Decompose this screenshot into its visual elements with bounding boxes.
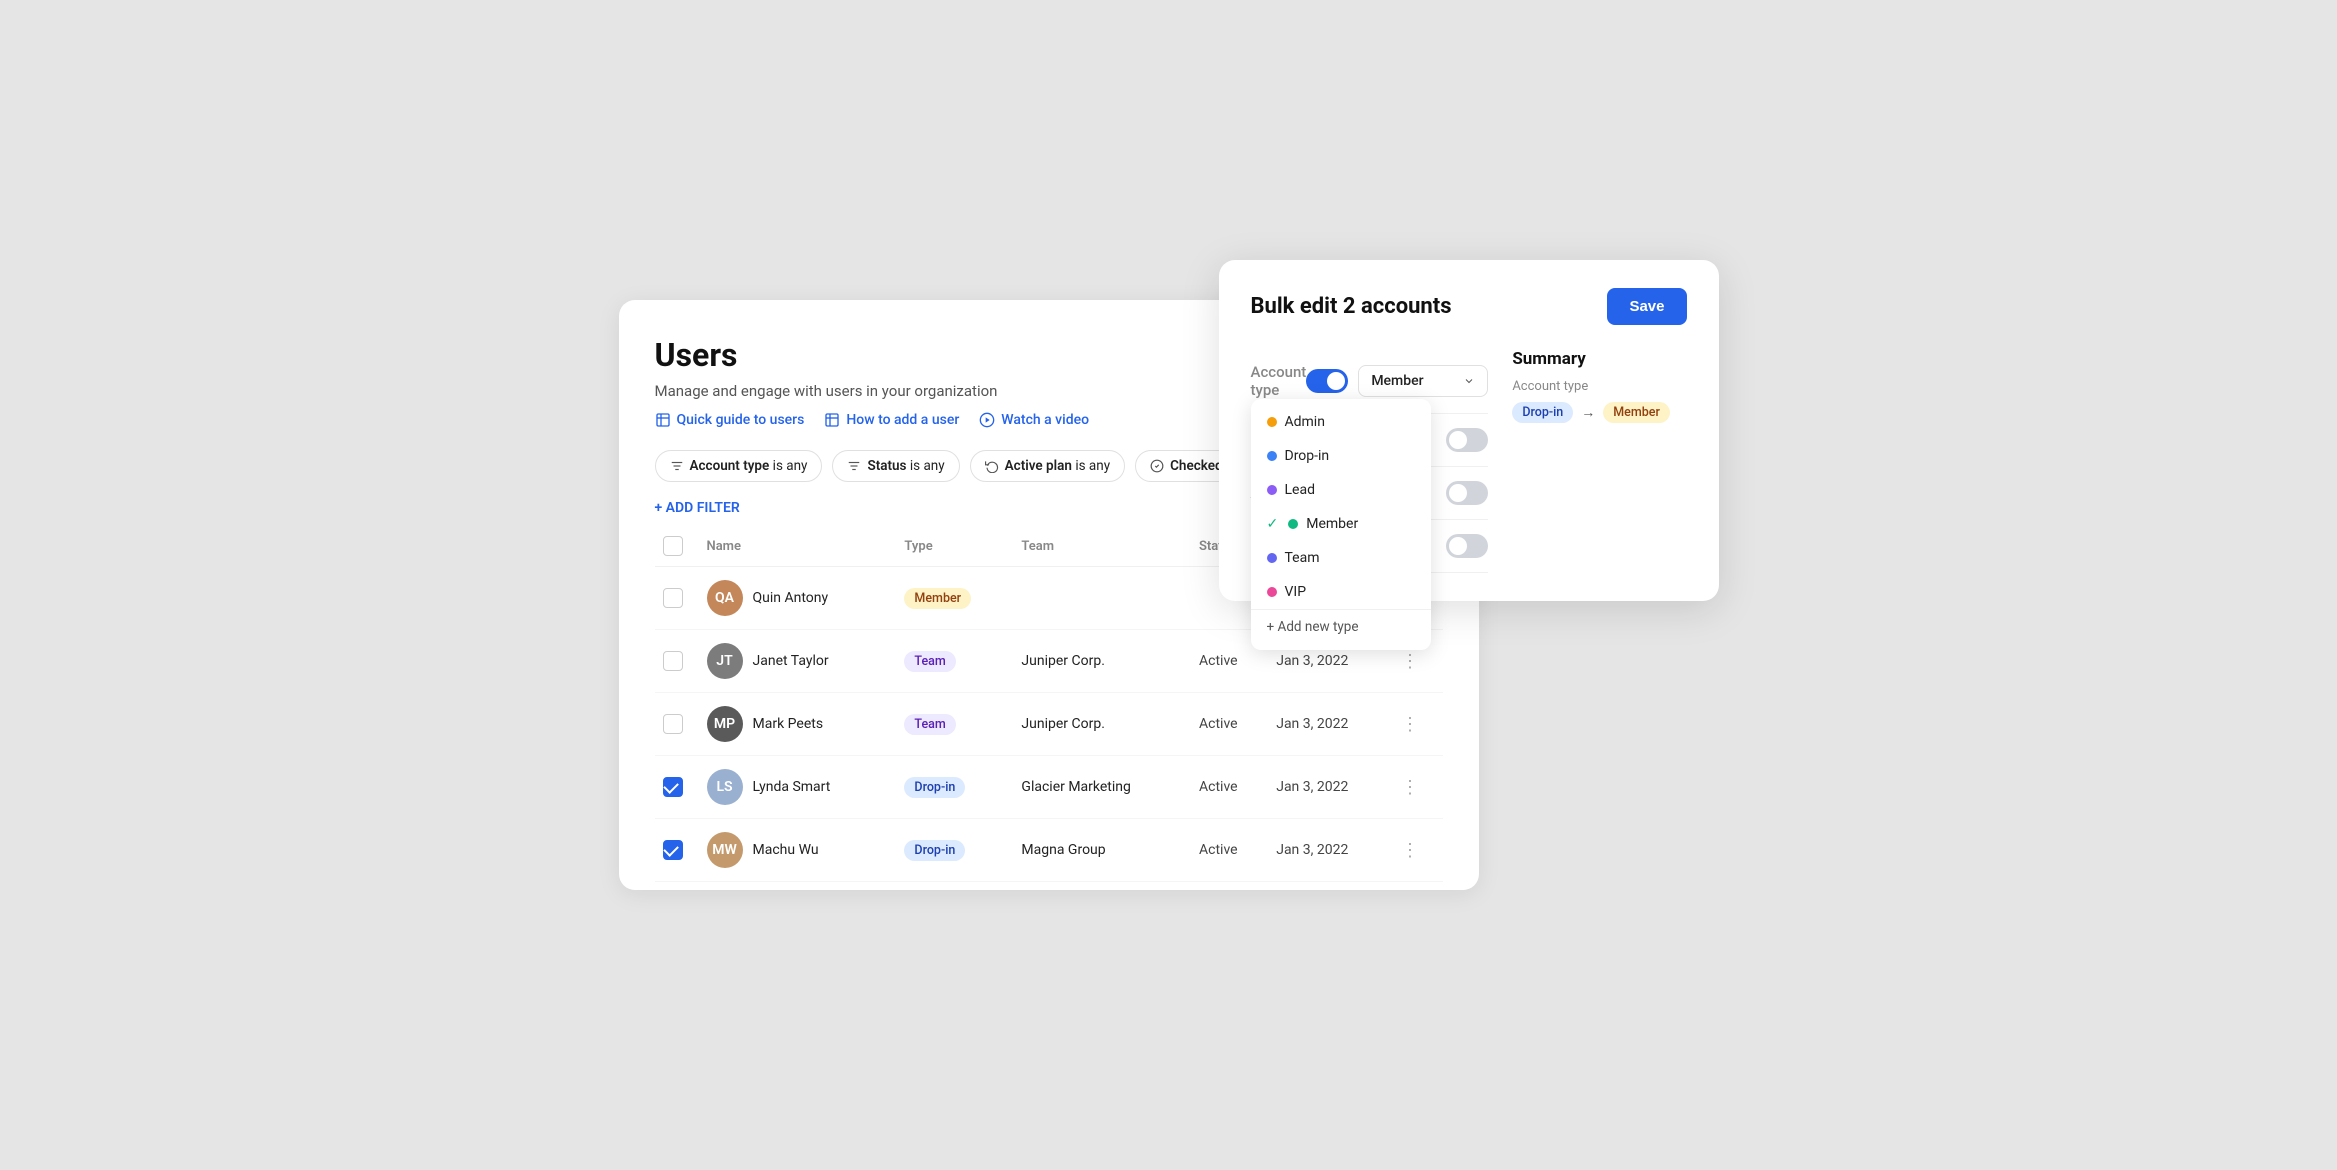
filter-active-plan[interactable]: Active plan is any <box>970 450 1125 482</box>
row-actions-menu[interactable]: ⋮ <box>1401 840 1435 861</box>
select-all-checkbox[interactable] <box>663 536 683 556</box>
bulk-edit-fields: Account type Member Admin <box>1251 349 1489 573</box>
summary-title: Summary <box>1512 349 1686 369</box>
row-checkbox[interactable] <box>663 588 683 608</box>
autopay-toggle[interactable] <box>1446 481 1488 505</box>
col-team: Team <box>1013 526 1191 567</box>
filter-icon-2 <box>847 459 861 473</box>
date-cell: Jan 3, 2022 <box>1268 756 1393 819</box>
user-name: Quin Antony <box>753 590 829 606</box>
user-cell: QA Quin Antony <box>707 580 889 616</box>
table-row: MP Mark Peets Team Juniper Corp.ActiveJan 3… <box>655 693 1443 756</box>
type-badge: Drop-in <box>904 840 965 861</box>
avatar: JT <box>707 643 743 679</box>
user-name: Lynda Smart <box>753 779 831 795</box>
book-icon <box>655 412 671 428</box>
row-actions-menu[interactable]: ⋮ <box>1401 777 1435 798</box>
add-new-type-button[interactable]: + Add new type <box>1251 609 1431 644</box>
status-cell: Active <box>1191 693 1268 756</box>
check-icon: ✓ <box>1267 516 1279 532</box>
play-icon <box>979 412 995 428</box>
dot-vip <box>1267 587 1277 597</box>
dropdown-item-team[interactable]: Team <box>1251 541 1431 575</box>
row-actions-menu[interactable]: ⋮ <box>1401 651 1435 672</box>
how-to-add-link[interactable]: How to add a user <box>824 412 959 428</box>
avatar: LS <box>707 769 743 805</box>
team-name: Magna Group <box>1013 819 1191 882</box>
team-name: Juniper Corp. <box>1013 693 1191 756</box>
user-name: Mark Peets <box>753 716 824 732</box>
dropdown-item-admin[interactable]: Admin <box>1251 405 1431 439</box>
watch-video-link[interactable]: Watch a video <box>979 412 1089 428</box>
account-type-dropdown: Admin Drop-in Lead ✓ <box>1251 399 1431 650</box>
type-badge: Drop-in <box>904 777 965 798</box>
type-badge: Team <box>904 714 955 735</box>
bulk-edit-title: Bulk edit 2 accounts <box>1251 294 1452 319</box>
user-cell: LS Lynda Smart <box>707 769 889 805</box>
user-cell: JT Janet Taylor <box>707 643 889 679</box>
avatar: MP <box>707 706 743 742</box>
team-name <box>1013 567 1191 630</box>
status-toggle[interactable] <box>1446 428 1488 452</box>
bulk-edit-body: Account type Member Admin <box>1251 349 1687 573</box>
user-name: Machu Wu <box>753 842 819 858</box>
dropdown-item-vip[interactable]: VIP <box>1251 575 1431 609</box>
team-name: Glacier Marketing <box>1013 756 1191 819</box>
col-type: Type <box>896 526 1013 567</box>
save-button[interactable]: Save <box>1607 288 1686 325</box>
type-badge: Team <box>904 651 955 672</box>
user-name: Janet Taylor <box>753 653 829 669</box>
summary-to-badge: Member <box>1603 402 1670 423</box>
bulk-edit-header: Bulk edit 2 accounts Save <box>1251 288 1687 325</box>
type-badge: Member <box>904 588 971 609</box>
table-row: LS Lynda Smart Drop-in Glacier MarketingAct… <box>655 756 1443 819</box>
arrow-right-icon: → <box>1581 404 1595 421</box>
avatar: MW <box>707 832 743 868</box>
dropdown-item-member[interactable]: ✓ Member <box>1251 507 1431 541</box>
primary-location-toggle[interactable] <box>1446 534 1488 558</box>
dot-lead <box>1267 485 1277 495</box>
user-cell: MP Mark Peets <box>707 706 889 742</box>
col-name: Name <box>699 526 897 567</box>
bulk-edit-summary: Summary Account type Drop-in → Member <box>1512 349 1686 573</box>
team-name: Juniper Corp. <box>1013 630 1191 693</box>
book-icon-2 <box>824 412 840 428</box>
account-type-select[interactable]: Member <box>1358 365 1488 397</box>
status-cell: Active <box>1191 819 1268 882</box>
row-checkbox[interactable] <box>663 651 683 671</box>
filter-account-type[interactable]: Account type is any <box>655 450 823 482</box>
dot-dropin <box>1267 451 1277 461</box>
filter-icon-3 <box>985 459 999 473</box>
summary-change: Drop-in → Member <box>1512 402 1686 423</box>
chevron-down-icon <box>1463 375 1475 387</box>
dropdown-item-dropin[interactable]: Drop-in <box>1251 439 1431 473</box>
row-actions-menu[interactable]: ⋮ <box>1401 714 1435 735</box>
bulk-edit-panel: Bulk edit 2 accounts Save Account type M… <box>1219 260 1719 601</box>
summary-from-badge: Drop-in <box>1512 402 1573 423</box>
row-checkbox[interactable] <box>663 777 683 797</box>
date-cell: Jan 3, 2022 <box>1268 819 1393 882</box>
dot-admin <box>1267 417 1277 427</box>
user-cell: MW Machu Wu <box>707 832 889 868</box>
status-cell: Active <box>1191 756 1268 819</box>
quick-guide-link[interactable]: Quick guide to users <box>655 412 805 428</box>
checkmark-icon <box>1150 459 1164 473</box>
row-checkbox[interactable] <box>663 714 683 734</box>
summary-account-type-label: Account type <box>1512 379 1686 394</box>
filter-status[interactable]: Status is any <box>832 450 959 482</box>
avatar: QA <box>707 580 743 616</box>
date-cell: Jan 3, 2022 <box>1268 693 1393 756</box>
dot-member <box>1288 519 1298 529</box>
row-checkbox[interactable] <box>663 840 683 860</box>
field-account-type: Account type Member Admin <box>1251 349 1489 414</box>
table-row: MW Machu Wu Drop-in Magna GroupActiveJan 3,… <box>655 819 1443 882</box>
account-type-toggle[interactable] <box>1306 369 1348 393</box>
account-type-label: Account type <box>1251 363 1307 399</box>
dropdown-item-lead[interactable]: Lead <box>1251 473 1431 507</box>
filter-icon-1 <box>670 459 684 473</box>
dot-team <box>1267 553 1277 563</box>
